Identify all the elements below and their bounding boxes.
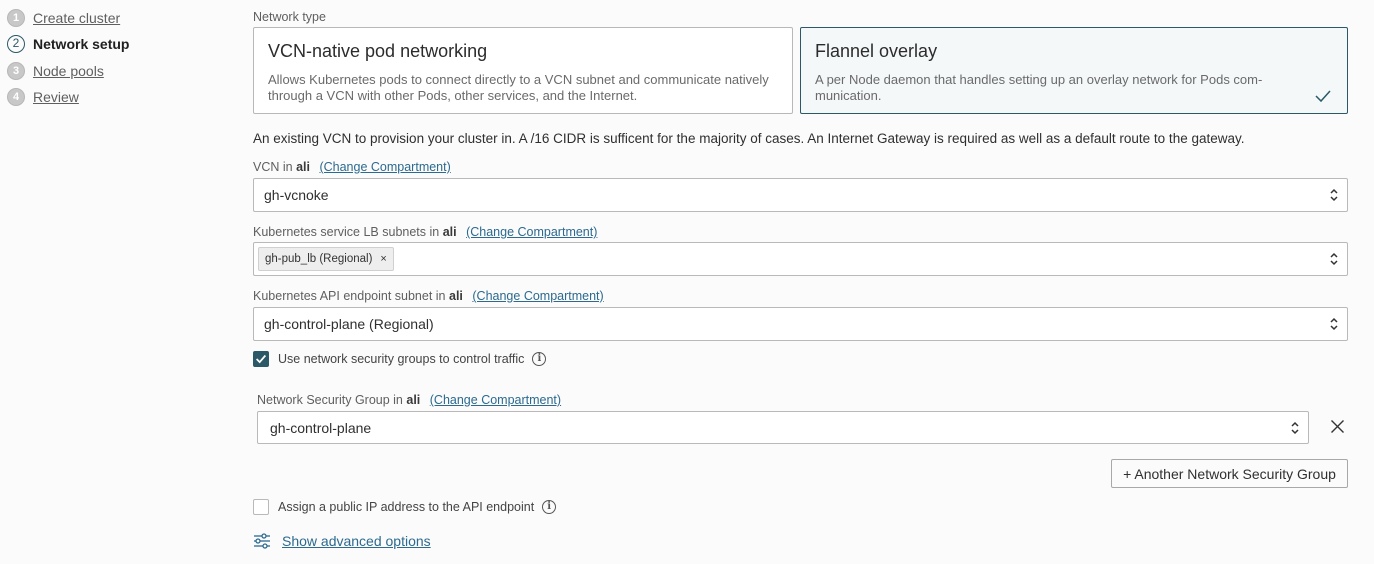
label-text: Network Security Group in	[257, 393, 403, 407]
step-number: 1	[7, 9, 25, 27]
label-text: Assign a public IP address to the API en…	[278, 500, 535, 514]
change-compartment-link[interactable]: (Change Compartment)	[472, 289, 603, 303]
change-compartment-link[interactable]: (Change Compartment)	[430, 393, 561, 407]
step-number: 2	[7, 35, 25, 53]
wizard-steps-sidebar: 1 Create cluster 2 Network setup 3 Node …	[0, 0, 240, 564]
selected-value: gh-control-plane	[270, 419, 372, 436]
step-create-cluster[interactable]: 1 Create cluster	[7, 8, 120, 28]
checkmark-icon	[1315, 90, 1331, 103]
remove-nsg-close-icon[interactable]	[1330, 419, 1345, 434]
api-subnet-select[interactable]: gh-control-plane (Regional)	[253, 307, 1348, 341]
subnet-chip: gh-pub_lb (Regional) ×	[258, 247, 394, 271]
remove-chip-icon[interactable]: ×	[380, 253, 386, 265]
chevron-up-down-icon	[1330, 252, 1338, 266]
step-number: 4	[7, 88, 25, 106]
step-label[interactable]: Review	[33, 89, 79, 105]
selected-value: gh-vcnoke	[264, 187, 329, 203]
nsg-checkbox-label: Use network security groups to control t…	[278, 352, 547, 366]
compartment-name: ali	[442, 225, 457, 239]
nsg-select[interactable]: gh-control-plane	[257, 411, 1309, 444]
sliders-icon[interactable]	[253, 533, 271, 549]
compartment-name: ali	[296, 160, 310, 174]
checkbox-check-icon	[256, 354, 267, 364]
step-number: 3	[7, 62, 25, 80]
step-review[interactable]: 4 Review	[7, 87, 79, 107]
label-text: Kubernetes service LB subnets in	[253, 225, 440, 239]
option-title: VCN-native pod networking	[268, 41, 488, 61]
lb-subnets-field-label: Kubernetes service LB subnets in ali (Ch…	[253, 225, 597, 239]
option-description: A per Node daemon that handles setting u…	[815, 72, 1263, 103]
vcn-help-text: An existing VCN to provision your cluste…	[253, 131, 1245, 146]
option-description: Allows Kubernetes pods to connect direct…	[268, 72, 769, 103]
vcn-field-label: VCN in ali (Change Compartment)	[253, 160, 451, 174]
selected-value: gh-control-plane (Regional)	[264, 316, 434, 332]
info-icon[interactable]: i	[532, 352, 547, 366]
info-icon[interactable]: i	[542, 500, 557, 514]
step-label[interactable]: Node pools	[33, 63, 104, 79]
nsg-checkbox[interactable]	[253, 351, 269, 367]
compartment-name: ali	[449, 289, 463, 303]
public-ip-checkbox[interactable]	[253, 499, 269, 515]
label-text: Use network security groups to control t…	[278, 352, 525, 366]
change-compartment-link[interactable]: (Change Compartment)	[466, 225, 597, 239]
chip-label: gh-pub_lb (Regional)	[265, 253, 373, 265]
chevron-up-down-icon	[1330, 317, 1338, 331]
label-text: Kubernetes API endpoint subnet in	[253, 289, 446, 303]
flannel-overlay-option-card[interactable]: Flannel overlay A per Node daemon that h…	[800, 27, 1348, 114]
api-subnet-field-label: Kubernetes API endpoint subnet in ali (C…	[253, 289, 604, 303]
change-compartment-link[interactable]: (Change Compartment)	[319, 160, 450, 174]
lb-subnets-multiselect[interactable]: gh-pub_lb (Regional) ×	[253, 242, 1348, 276]
chevron-up-down-icon	[1330, 188, 1338, 202]
chevron-up-down-icon	[1291, 421, 1299, 434]
label-text: VCN in	[253, 160, 293, 174]
add-nsg-button[interactable]: + Another Network Security Group	[1111, 459, 1348, 488]
nsg-field-label: Network Security Group in ali (Change Co…	[257, 393, 561, 407]
step-label: Network setup	[33, 36, 130, 52]
step-label[interactable]: Create cluster	[33, 10, 120, 26]
compartment-name: ali	[406, 393, 421, 407]
network-type-label: Network type	[253, 10, 326, 24]
step-network-setup: 2 Network setup	[7, 34, 129, 54]
vcn-select[interactable]: gh-vcnoke	[253, 178, 1348, 212]
vcn-native-option-card[interactable]: VCN-native pod networking Allows Kuberne…	[253, 27, 793, 114]
option-title: Flannel overlay	[815, 41, 938, 61]
step-node-pools[interactable]: 3 Node pools	[7, 61, 104, 81]
public-ip-checkbox-label: Assign a public IP address to the API en…	[278, 500, 557, 514]
show-advanced-options-link[interactable]: Show advanced options	[282, 533, 431, 549]
